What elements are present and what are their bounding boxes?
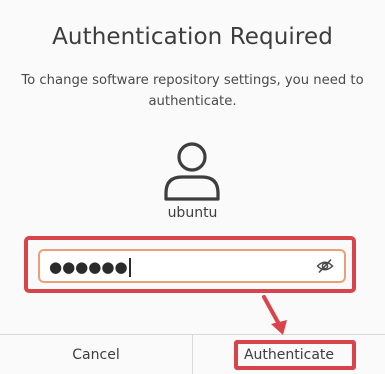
dialog-message: To change software repository settings, … bbox=[21, 73, 364, 109]
authentication-dialog: Authentication Required To change softwa… bbox=[0, 0, 385, 374]
user-avatar-icon bbox=[164, 142, 220, 201]
cancel-button-label: Cancel bbox=[72, 346, 120, 363]
dialog-title: Authentication Required bbox=[52, 24, 333, 50]
username-label: ubuntu bbox=[167, 205, 218, 221]
annotation-box-authenticate bbox=[234, 340, 356, 370]
annotation-box-password bbox=[24, 236, 356, 293]
cancel-button[interactable]: Cancel bbox=[0, 335, 192, 374]
